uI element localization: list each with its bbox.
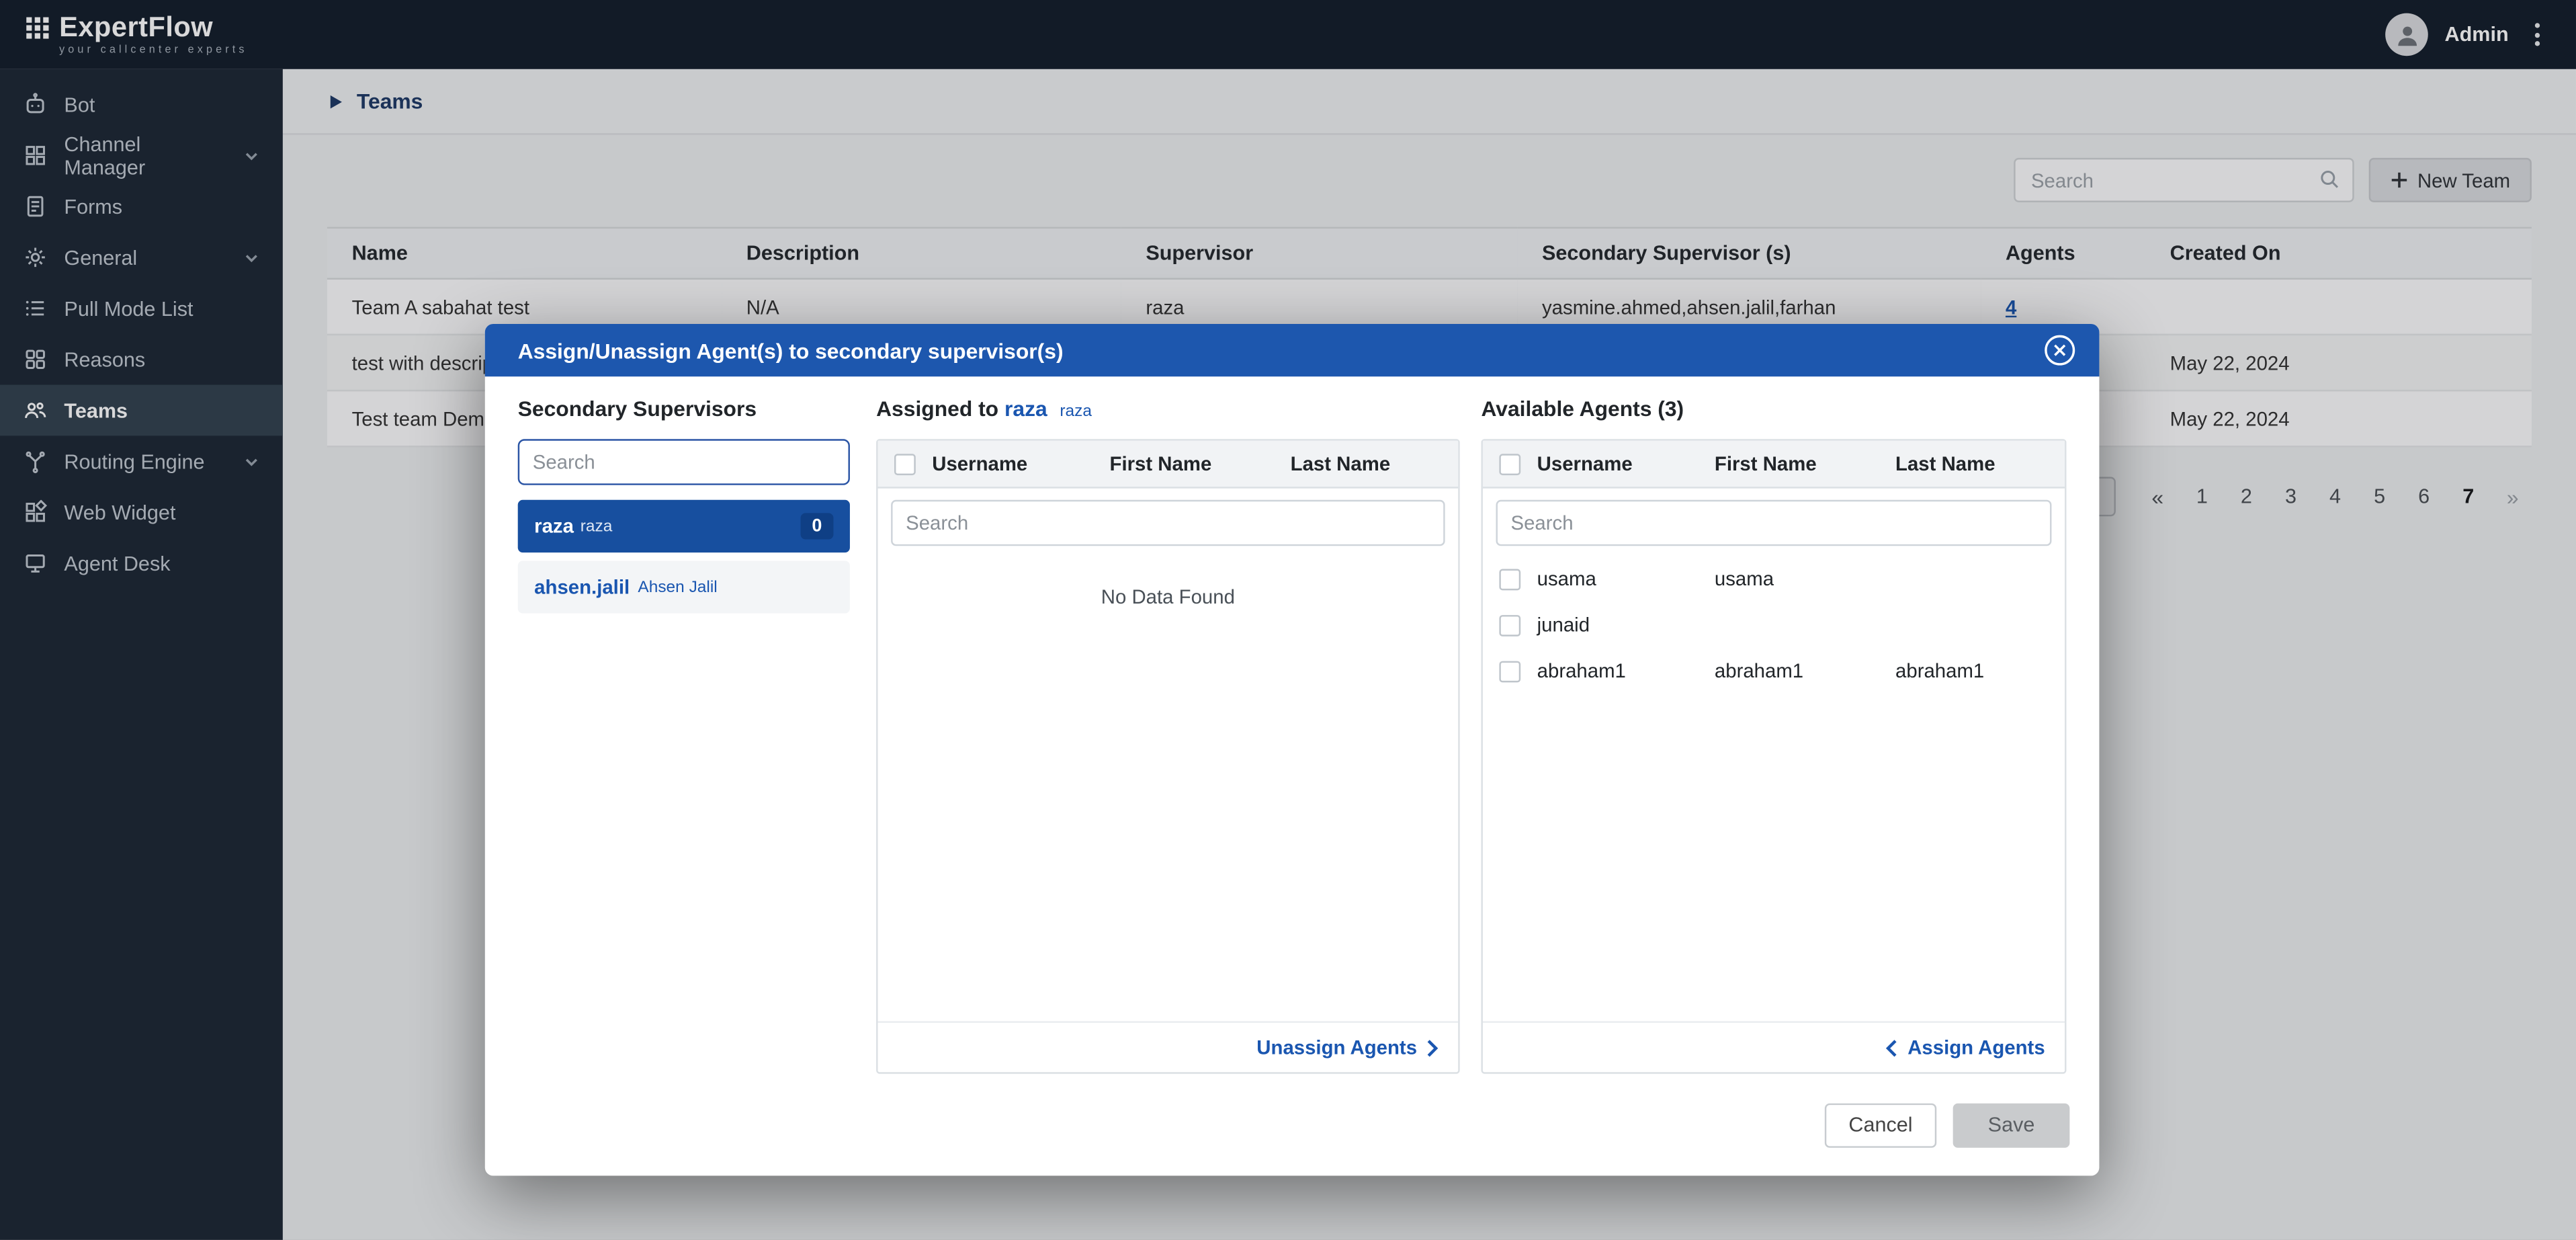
modal-title: Assign/Unassign Agent(s) to secondary su… xyxy=(518,338,1064,363)
assigned-supervisor-fullname: raza xyxy=(1060,403,1092,421)
available-agents-table: Username First Name Last Name usama usam… xyxy=(1481,439,2066,1073)
assign-agents-button[interactable]: Assign Agents xyxy=(1886,1036,2045,1059)
agent-username: junaid xyxy=(1537,614,1715,636)
supervisor-username: ahsen.jalil xyxy=(534,575,630,598)
available-search-input[interactable] xyxy=(1496,500,2051,546)
supervisor-item-ahsen-jalil[interactable]: ahsen.jalil Ahsen Jalil xyxy=(518,561,850,613)
close-button[interactable] xyxy=(2043,334,2076,367)
assign-agents-label: Assign Agents xyxy=(1907,1036,2045,1059)
assigned-table: Username First Name Last Name No Data Fo… xyxy=(876,439,1460,1073)
supervisor-fullname: raza xyxy=(581,517,613,535)
column-header-username: Username xyxy=(932,452,1109,475)
column-header-username: Username xyxy=(1537,452,1715,475)
unassign-agents-label: Unassign Agents xyxy=(1256,1036,1417,1059)
column-header-first-name: First Name xyxy=(1110,452,1291,475)
agent-checkbox[interactable] xyxy=(1499,614,1520,636)
assigned-title-prefix: Assigned to xyxy=(876,397,998,421)
chevron-right-icon xyxy=(1427,1038,1439,1057)
column-header-first-name: First Name xyxy=(1715,452,1895,475)
supervisor-item-raza[interactable]: raza raza 0 xyxy=(518,500,850,552)
column-header-last-name: Last Name xyxy=(1291,452,1442,475)
agent-row-usama[interactable]: usama usama xyxy=(1483,556,2065,602)
secondary-supervisors-panel: Secondary Supervisors raza raza 0 ahsen.… xyxy=(518,397,850,1074)
unassign-agents-button[interactable]: Unassign Agents xyxy=(1256,1036,1439,1059)
available-agents-panel: Available Agents (3) Username First Name… xyxy=(1481,397,2066,1074)
assigned-count-badge: 0 xyxy=(800,513,833,539)
assigned-table-header: Username First Name Last Name xyxy=(878,441,1459,489)
modal-header: Assign/Unassign Agent(s) to secondary su… xyxy=(485,324,2100,376)
agent-last-name: abraham1 xyxy=(1895,659,2049,682)
chevron-left-icon xyxy=(1886,1038,1897,1057)
assign-agents-modal: Assign/Unassign Agent(s) to secondary su… xyxy=(485,324,2100,1175)
agent-checkbox[interactable] xyxy=(1499,660,1520,681)
agent-username: usama xyxy=(1537,567,1715,590)
agent-first-name: abraham1 xyxy=(1715,659,1895,682)
agent-username: abraham1 xyxy=(1537,659,1715,682)
assigned-agents-panel: Assigned to raza raza Username First Nam… xyxy=(876,397,1460,1074)
supervisors-search-input[interactable] xyxy=(518,439,850,485)
app-viewport: ExpertFlow your callcenter experts Admin… xyxy=(0,0,2576,1240)
modal-footer: Cancel Save xyxy=(485,1074,2100,1176)
available-agents-title: Available Agents (3) xyxy=(1481,397,2066,425)
agent-first-name: usama xyxy=(1715,567,1895,590)
assigned-supervisor-username: raza xyxy=(1004,397,1047,421)
assigned-title: Assigned to raza raza xyxy=(876,397,1460,425)
assigned-search-input[interactable] xyxy=(891,500,1445,546)
select-all-checkbox[interactable] xyxy=(1499,453,1520,474)
agent-checkbox[interactable] xyxy=(1499,568,1520,589)
supervisor-username: raza xyxy=(534,515,574,538)
supervisors-title: Secondary Supervisors xyxy=(518,397,850,425)
agent-row-abraham1[interactable]: abraham1 abraham1 abraham1 xyxy=(1483,648,2065,694)
close-icon xyxy=(2043,334,2076,367)
agent-row-junaid[interactable]: junaid xyxy=(1483,602,2065,648)
column-header-last-name: Last Name xyxy=(1895,452,2049,475)
select-all-checkbox[interactable] xyxy=(894,453,916,474)
supervisor-fullname: Ahsen Jalil xyxy=(638,578,717,596)
save-button[interactable]: Save xyxy=(1953,1103,2070,1147)
cancel-button[interactable]: Cancel xyxy=(1825,1103,1936,1147)
available-table-header: Username First Name Last Name xyxy=(1483,441,2065,489)
no-data-found-text: No Data Found xyxy=(878,585,1459,608)
